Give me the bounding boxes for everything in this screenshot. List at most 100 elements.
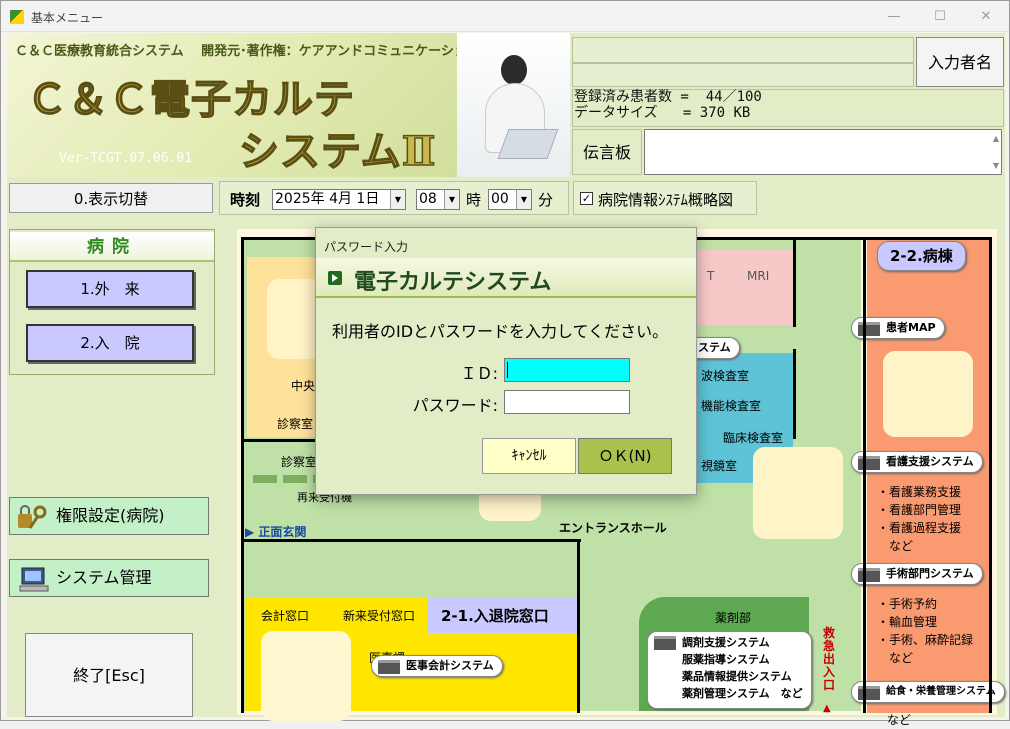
clerk-illustration <box>261 631 351 721</box>
title-bar: 基本メニュー — ☐ ✕ <box>1 1 1009 32</box>
time-label: 時刻 <box>230 191 261 209</box>
main-entrance-text: 正面玄関 <box>258 525 307 539</box>
hospital-panel: 病院 1.外 来 2.入 院 <box>9 229 215 375</box>
chevron-down-icon[interactable]: ▼ <box>390 190 405 209</box>
close-button[interactable]: ✕ <box>963 1 1009 32</box>
window-title: 基本メニュー <box>31 11 104 25</box>
emergency-entrance-label: 救急出入口 <box>823 626 836 692</box>
password-label: パスワード: <box>412 396 498 415</box>
toolbar: 0.表示切替 時刻 2025年 4月 1日 ▼ 08 ▼ 時 00 ▼ 分 ✓ 病院情… <box>7 181 1005 215</box>
ct-mri-room <box>689 249 793 325</box>
monitor-icon <box>654 636 676 650</box>
technician-illustration <box>753 447 843 539</box>
monitor-icon <box>858 568 880 582</box>
banner-title-1: Ｃ＆Ｃ電子カルテ <box>26 75 355 124</box>
info-panel: 入力者名 登録済み患者数 = 44／100 データサイズ = 370 KB 伝言… <box>570 33 1005 177</box>
scroll-arrows-icon[interactable]: ▲ ▼ <box>993 134 999 170</box>
minute-select[interactable]: 00 ▼ <box>488 189 532 210</box>
overview-label[interactable]: 病院情報ｼｽﾃﾑ概略図 <box>598 189 733 210</box>
wall <box>241 539 581 542</box>
minute-value: 00 <box>491 191 509 207</box>
pharmacy-label: 薬剤部 <box>715 611 752 625</box>
pharmacy-system-tag[interactable]: 調剤支援システム 服薬指導システム 薬品情報提供システム 薬剤管理システム など <box>647 631 812 709</box>
user-name-display <box>572 37 914 63</box>
meal-items: など <box>887 713 912 727</box>
consult-room-2: 診察室 <box>281 455 318 469</box>
minimize-button[interactable]: — <box>871 1 917 32</box>
banner-title-2: システムⅡ <box>238 127 437 176</box>
ok-button[interactable]: ＯＫ(N) <box>578 438 672 474</box>
hospital-title: 病院 <box>10 232 214 262</box>
system-admin-button[interactable]: システム管理 <box>9 559 209 597</box>
dialog-header-title: 電子カルテシステム <box>354 270 552 295</box>
date-select[interactable]: 2025年 4月 1日 ▼ <box>272 189 406 210</box>
password-dialog: パスワード入力 電子カルテシステム 利用者のIDとパスワードを入力してください。… <box>315 227 697 495</box>
meal-system-tag[interactable]: 給食・栄養管理システム <box>851 681 1005 703</box>
exam-room-1: 波検査室 <box>701 369 750 383</box>
patient-illustration <box>883 351 973 437</box>
system-admin-label: システム管理 <box>56 568 152 587</box>
wall <box>863 237 866 713</box>
nurse-laptop-photo <box>457 33 570 177</box>
central-label: 中央 <box>291 379 316 393</box>
cancel-button[interactable]: ｷｬﾝｾﾙ <box>482 438 576 474</box>
hour-unit: 時 <box>466 191 482 209</box>
permission-settings-label: 権限設定(病院) <box>56 506 165 525</box>
title-banner: Ｃ＆Ｃ医療教育統合システム 開発元･著作権：ケアアンドコミュニケーション㈱ Ｃ＆… <box>7 33 570 177</box>
computer-icon <box>19 567 49 592</box>
entrance-hall-label: エントランスホール <box>559 521 667 535</box>
meal-system-label: 給食・栄養管理システム <box>886 686 996 697</box>
id-input[interactable] <box>504 358 630 382</box>
wall <box>241 237 244 713</box>
pharmacy-system-label: 調剤支援システム 服薬指導システム 薬品情報提供システム 薬剤管理システム など <box>682 636 803 700</box>
surgery-items: ・手術予約 ・輸血管理 ・手術、麻酔記録 など <box>877 597 974 665</box>
chevron-down-icon[interactable]: ▼ <box>516 190 531 209</box>
chevron-down-icon[interactable]: ▼ <box>444 190 459 209</box>
billing-system-tag[interactable]: 医事会計システム <box>371 655 503 677</box>
monitor-icon <box>858 686 880 700</box>
nursing-system-tag[interactable]: 看護支援システム <box>851 451 983 473</box>
monitor-icon <box>378 660 400 674</box>
key-lock-icon <box>18 505 47 529</box>
ward-title: 2-2.病棟 <box>877 241 966 271</box>
permission-settings-button[interactable]: 権限設定(病院) <box>9 497 209 535</box>
company-line: Ｃ＆Ｃ医療教育統合システム 開発元･著作権：ケアアンドコミュニケーション㈱ <box>15 44 493 59</box>
version-label: Ver-TCGT.07.06.01 <box>59 151 193 166</box>
wall <box>793 349 796 439</box>
consult-room-1: 診察室 <box>277 417 314 431</box>
play-bullet-icon <box>328 271 342 285</box>
monitor-icon <box>858 322 880 336</box>
mri-label: MRI <box>747 269 770 283</box>
message-board-input[interactable]: ▲ ▼ <box>644 129 1002 175</box>
dialog-title: パスワード入力 <box>324 240 409 254</box>
hour-select[interactable]: 08 ▼ <box>416 189 460 210</box>
bench <box>253 475 277 483</box>
exam-room-3: 臨床検査室 <box>723 431 784 445</box>
new-reception-label: 新来受付窓口 <box>343 609 416 623</box>
date-value: 2025年 4月 1日 <box>275 191 380 207</box>
maximize-button[interactable]: ☐ <box>917 1 963 32</box>
message-board-label: 伝言板 <box>572 129 642 175</box>
exit-button[interactable]: 終了[Esc] <box>25 633 193 717</box>
admission-title: 2-1.入退院窓口 <box>441 607 549 625</box>
id-label: ＩＤ: <box>460 364 498 383</box>
surgery-system-label: 手術部門システム <box>886 567 974 580</box>
billing-system-label: 医事会計システム <box>406 659 494 672</box>
wall <box>793 237 796 327</box>
dialog-header: 電子カルテシステム <box>316 258 696 298</box>
display-toggle-button[interactable]: 0.表示切替 <box>9 183 213 213</box>
exam-room-2: 機能検査室 <box>701 399 762 413</box>
outpatient-button[interactable]: 1.外 来 <box>26 270 194 308</box>
overview-checkbox-group: ✓ 病院情報ｼｽﾃﾑ概略図 <box>573 181 757 215</box>
cashier-label: 会計窓口 <box>261 609 310 623</box>
monitor-icon <box>858 456 880 470</box>
inpatient-button[interactable]: 2.入 院 <box>26 324 194 362</box>
main-entrance-label: ▶ 正面玄関 <box>245 525 307 539</box>
input-user-button[interactable]: 入力者名 <box>916 37 1004 87</box>
patient-map-label: 患者MAP <box>886 321 936 334</box>
minute-unit: 分 <box>538 191 554 209</box>
surgery-system-tag[interactable]: 手術部門システム <box>851 563 983 585</box>
time-box: 時刻 2025年 4月 1日 ▼ 08 ▼ 時 00 ▼ 分 <box>219 181 569 215</box>
password-input[interactable] <box>504 390 630 414</box>
overview-checkbox[interactable]: ✓ <box>580 192 593 205</box>
